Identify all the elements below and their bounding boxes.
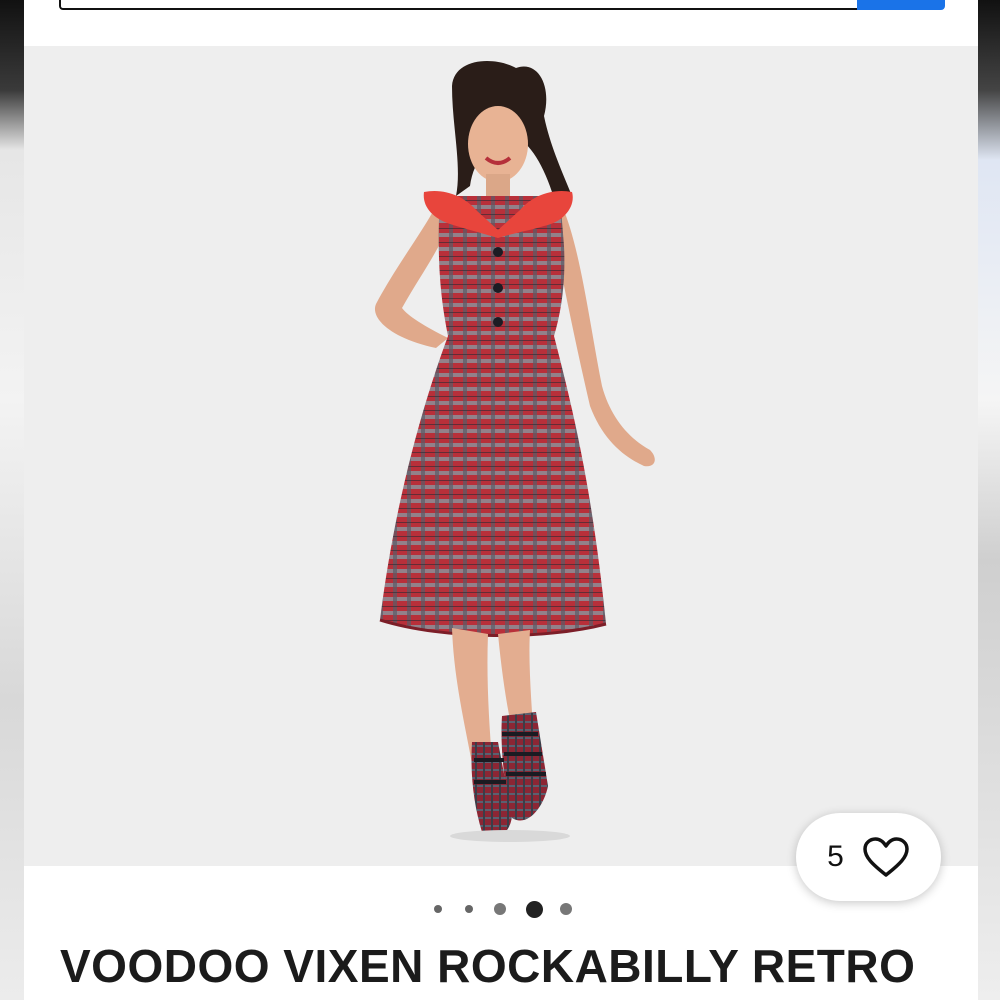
carousel-dot[interactable] [434, 905, 442, 913]
product-title: VOODOO VIXEN ROCKABILLY RETRO [60, 940, 916, 992]
like-count: 5 [827, 840, 844, 873]
carousel-dot[interactable] [465, 905, 473, 913]
heart-outline-icon [863, 837, 909, 877]
search-button[interactable] [857, 0, 945, 10]
backdrop-left-edge [0, 0, 24, 1000]
carousel-dot[interactable] [560, 903, 572, 915]
like-button[interactable]: 5 [796, 813, 941, 901]
carousel-indicator [24, 900, 978, 918]
carousel-dot-active[interactable] [525, 900, 543, 918]
product-image-carousel[interactable] [24, 46, 978, 866]
carousel-dot[interactable] [494, 903, 506, 915]
listing-card: 5 VOODOO VIXEN ROCKABILLY RETRO [24, 0, 978, 1000]
product-photo [374, 61, 655, 842]
backdrop-right-edge [978, 0, 1000, 1000]
search-input[interactable] [59, 0, 861, 10]
